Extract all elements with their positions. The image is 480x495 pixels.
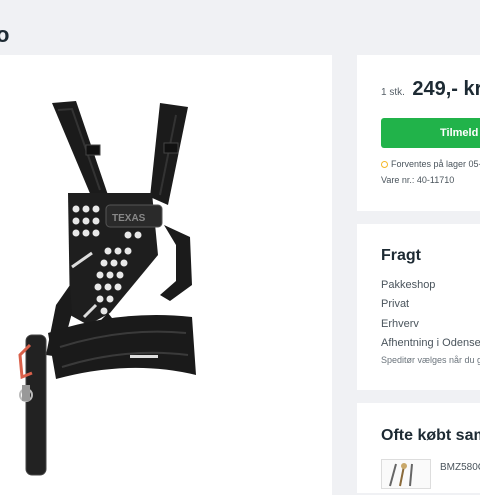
often-bought-title: Ofte købt samm bbox=[381, 427, 480, 444]
shipping-option-erhverv[interactable]: Erhverv bbox=[381, 318, 419, 330]
often-bought-thumbnail[interactable] bbox=[381, 459, 431, 489]
stock-status: Forventes på lager 05- bbox=[381, 159, 480, 169]
stock-text: Forventes på lager 05- bbox=[391, 159, 480, 169]
brand-logo: TEXAS bbox=[112, 213, 146, 224]
stock-clock-icon bbox=[381, 161, 388, 168]
subscribe-button[interactable]: Tilmeld v bbox=[381, 118, 480, 148]
shipping-option-afhentning[interactable]: Afhentning i Odense bbox=[381, 337, 480, 349]
shipping-option-pakkeshop[interactable]: Pakkeshop bbox=[381, 279, 435, 291]
product-image[interactable]: TEXAS bbox=[0, 55, 332, 480]
price: 249,- kr. bbox=[412, 78, 480, 100]
price-row: 1 stk. 249,- kr. bbox=[381, 78, 480, 101]
sku-text: Vare nr.: 40-11710 bbox=[381, 175, 455, 185]
shipping-note: Speditør vælges når du g bbox=[381, 355, 480, 365]
harness-illustration: TEXAS bbox=[18, 101, 196, 476]
page-title: o bbox=[0, 22, 10, 47]
shipping-title: Fragt bbox=[381, 247, 421, 264]
quantity-label: 1 stk. bbox=[381, 87, 405, 98]
tools-thumbnail-icon bbox=[389, 463, 413, 487]
shipping-option-privat[interactable]: Privat bbox=[381, 298, 409, 310]
often-bought-item-name[interactable]: BMZ580C bbox=[440, 462, 480, 473]
